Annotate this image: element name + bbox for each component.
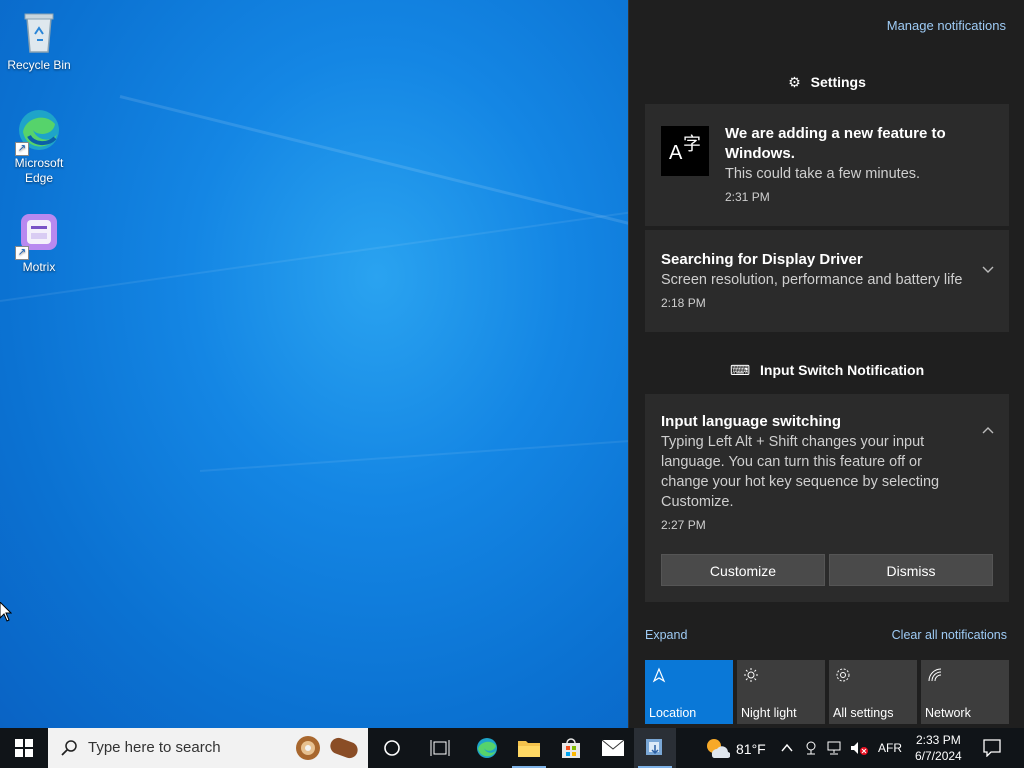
chevron-down-icon[interactable] bbox=[981, 262, 995, 276]
quick-action-network[interactable]: Network bbox=[921, 660, 1009, 724]
action-center-panel: Manage notifications ⚙ Settings A 字 We ar… bbox=[628, 0, 1024, 728]
volume-muted-icon bbox=[851, 742, 868, 755]
location-icon bbox=[652, 667, 666, 683]
shortcut-arrow-icon: ↗ bbox=[15, 142, 29, 156]
clock-time[interactable]: 2:33 PM bbox=[916, 733, 961, 747]
taskbar-search-box[interactable]: Type here to search bbox=[48, 728, 368, 768]
notification-time: 2:18 PM bbox=[661, 296, 706, 310]
gear-icon bbox=[836, 668, 850, 682]
chevron-up-icon bbox=[781, 743, 793, 752]
notification-title: Input language switching bbox=[661, 413, 841, 430]
windows-logo-icon bbox=[15, 739, 33, 757]
desktop-icon-label: Recycle Bin bbox=[7, 58, 71, 72]
wallpaper-light-beam bbox=[199, 439, 628, 472]
webcam-icon bbox=[806, 741, 816, 755]
edge-icon bbox=[477, 738, 497, 758]
quick-action-label: All settings bbox=[833, 706, 894, 720]
start-button[interactable] bbox=[0, 728, 48, 768]
notification-group-settings: ⚙ Settings bbox=[645, 74, 1009, 91]
quick-action-label: Location bbox=[649, 706, 697, 720]
group-title: Settings bbox=[810, 74, 866, 90]
cortana-button[interactable] bbox=[372, 728, 412, 768]
weather-widget[interactable] bbox=[700, 728, 734, 768]
task-view-icon bbox=[430, 740, 450, 756]
motrix-icon: ↗ bbox=[15, 210, 63, 260]
search-icon bbox=[61, 740, 77, 756]
notification-body: Typing Left Alt + Shift changes your inp… bbox=[661, 434, 940, 510]
shortcut-arrow-icon: ↗ bbox=[15, 246, 29, 260]
clock-date[interactable]: 6/7/2024 bbox=[915, 749, 962, 763]
manage-notifications-link[interactable]: Manage notifications bbox=[887, 18, 1006, 33]
notification-icon bbox=[983, 739, 1001, 757]
desktop-icon-recycle-bin[interactable]: Recycle Bin bbox=[2, 8, 76, 73]
taskbar-mail[interactable] bbox=[592, 728, 634, 768]
quick-action-night-light[interactable]: Night light bbox=[737, 660, 825, 724]
mail-icon bbox=[601, 739, 625, 756]
notification-title: We are adding a new feature to Windows. bbox=[725, 125, 946, 162]
keyboard-icon: ⌨ bbox=[729, 362, 751, 378]
tray-volume[interactable] bbox=[848, 728, 870, 768]
wallpaper-light-beam bbox=[0, 210, 628, 302]
action-center-button[interactable] bbox=[976, 728, 1008, 768]
tray-network[interactable] bbox=[824, 728, 846, 768]
taskbar-edge[interactable] bbox=[466, 728, 508, 768]
search-placeholder: Type here to search bbox=[88, 739, 221, 756]
clear-all-notifications-link[interactable]: Clear all notifications bbox=[892, 628, 1007, 642]
desktop-icon-label: Microsoft Edge bbox=[14, 156, 64, 185]
notification-group-input-switch: ⌨ Input Switch Notification bbox=[645, 362, 1009, 379]
search-highlight-image-icon bbox=[296, 736, 358, 760]
expand-link[interactable]: Expand bbox=[645, 628, 687, 642]
quick-action-location[interactable]: Location bbox=[645, 660, 733, 724]
weather-temperature[interactable]: 81°F bbox=[736, 741, 766, 757]
desktop-icon-microsoft-edge[interactable]: ↗ Microsoft Edge bbox=[2, 106, 76, 186]
language-icon: A 字 bbox=[661, 126, 709, 176]
installer-icon bbox=[646, 739, 662, 755]
quick-action-label: Night light bbox=[741, 706, 797, 720]
tray-meet-now[interactable] bbox=[800, 728, 822, 768]
taskbar-store[interactable] bbox=[550, 728, 592, 768]
notification-card-input-language[interactable]: Input language switching Typing Left Alt… bbox=[645, 394, 1009, 602]
taskbar: Type here to search 81°F AFR 2:33 PM 6/7… bbox=[0, 728, 1024, 768]
show-hidden-icons-button[interactable] bbox=[778, 728, 796, 768]
taskbar-motrix-app[interactable] bbox=[634, 728, 676, 768]
brightness-icon bbox=[744, 668, 758, 682]
task-view-button[interactable] bbox=[420, 728, 460, 768]
store-icon bbox=[562, 738, 580, 758]
quick-action-label: Network bbox=[925, 706, 971, 720]
weather-partly-sunny-icon bbox=[707, 739, 730, 759]
notification-time: 2:27 PM bbox=[661, 518, 706, 532]
desktop-icon-motrix[interactable]: ↗ Motrix bbox=[2, 210, 76, 275]
notification-body: This could take a few minutes. bbox=[725, 166, 921, 182]
ethernet-icon bbox=[827, 741, 841, 755]
group-title: Input Switch Notification bbox=[760, 362, 925, 378]
mouse-cursor-icon bbox=[0, 602, 12, 622]
quick-action-all-settings[interactable]: All settings bbox=[829, 660, 917, 724]
notification-time: 2:31 PM bbox=[725, 190, 770, 204]
desktop-icon-label: Motrix bbox=[22, 260, 56, 274]
recycle-bin-icon bbox=[15, 8, 63, 56]
gear-icon: ⚙ bbox=[788, 74, 801, 90]
customize-button[interactable]: Customize bbox=[661, 554, 825, 586]
edge-icon: ↗ bbox=[15, 106, 63, 156]
notification-card-display-driver[interactable]: Searching for Display Driver Screen reso… bbox=[645, 230, 1009, 332]
notification-title: Searching for Display Driver bbox=[661, 251, 863, 268]
wallpaper-light-beam bbox=[119, 95, 628, 234]
notification-card-new-feature[interactable]: A 字 We are adding a new feature to Windo… bbox=[645, 104, 1009, 226]
cortana-icon bbox=[384, 740, 400, 756]
taskbar-file-explorer[interactable] bbox=[508, 728, 550, 768]
input-language-indicator[interactable]: AFR bbox=[878, 741, 902, 755]
chevron-up-icon[interactable] bbox=[981, 424, 995, 438]
desktop: Recycle Bin ↗ Microsoft Edge ↗ Motrix bbox=[0, 0, 628, 728]
dismiss-button[interactable]: Dismiss bbox=[829, 554, 993, 586]
notification-body: Screen resolution, performance and batte… bbox=[661, 272, 963, 288]
network-icon bbox=[928, 668, 942, 682]
folder-icon bbox=[518, 741, 540, 757]
